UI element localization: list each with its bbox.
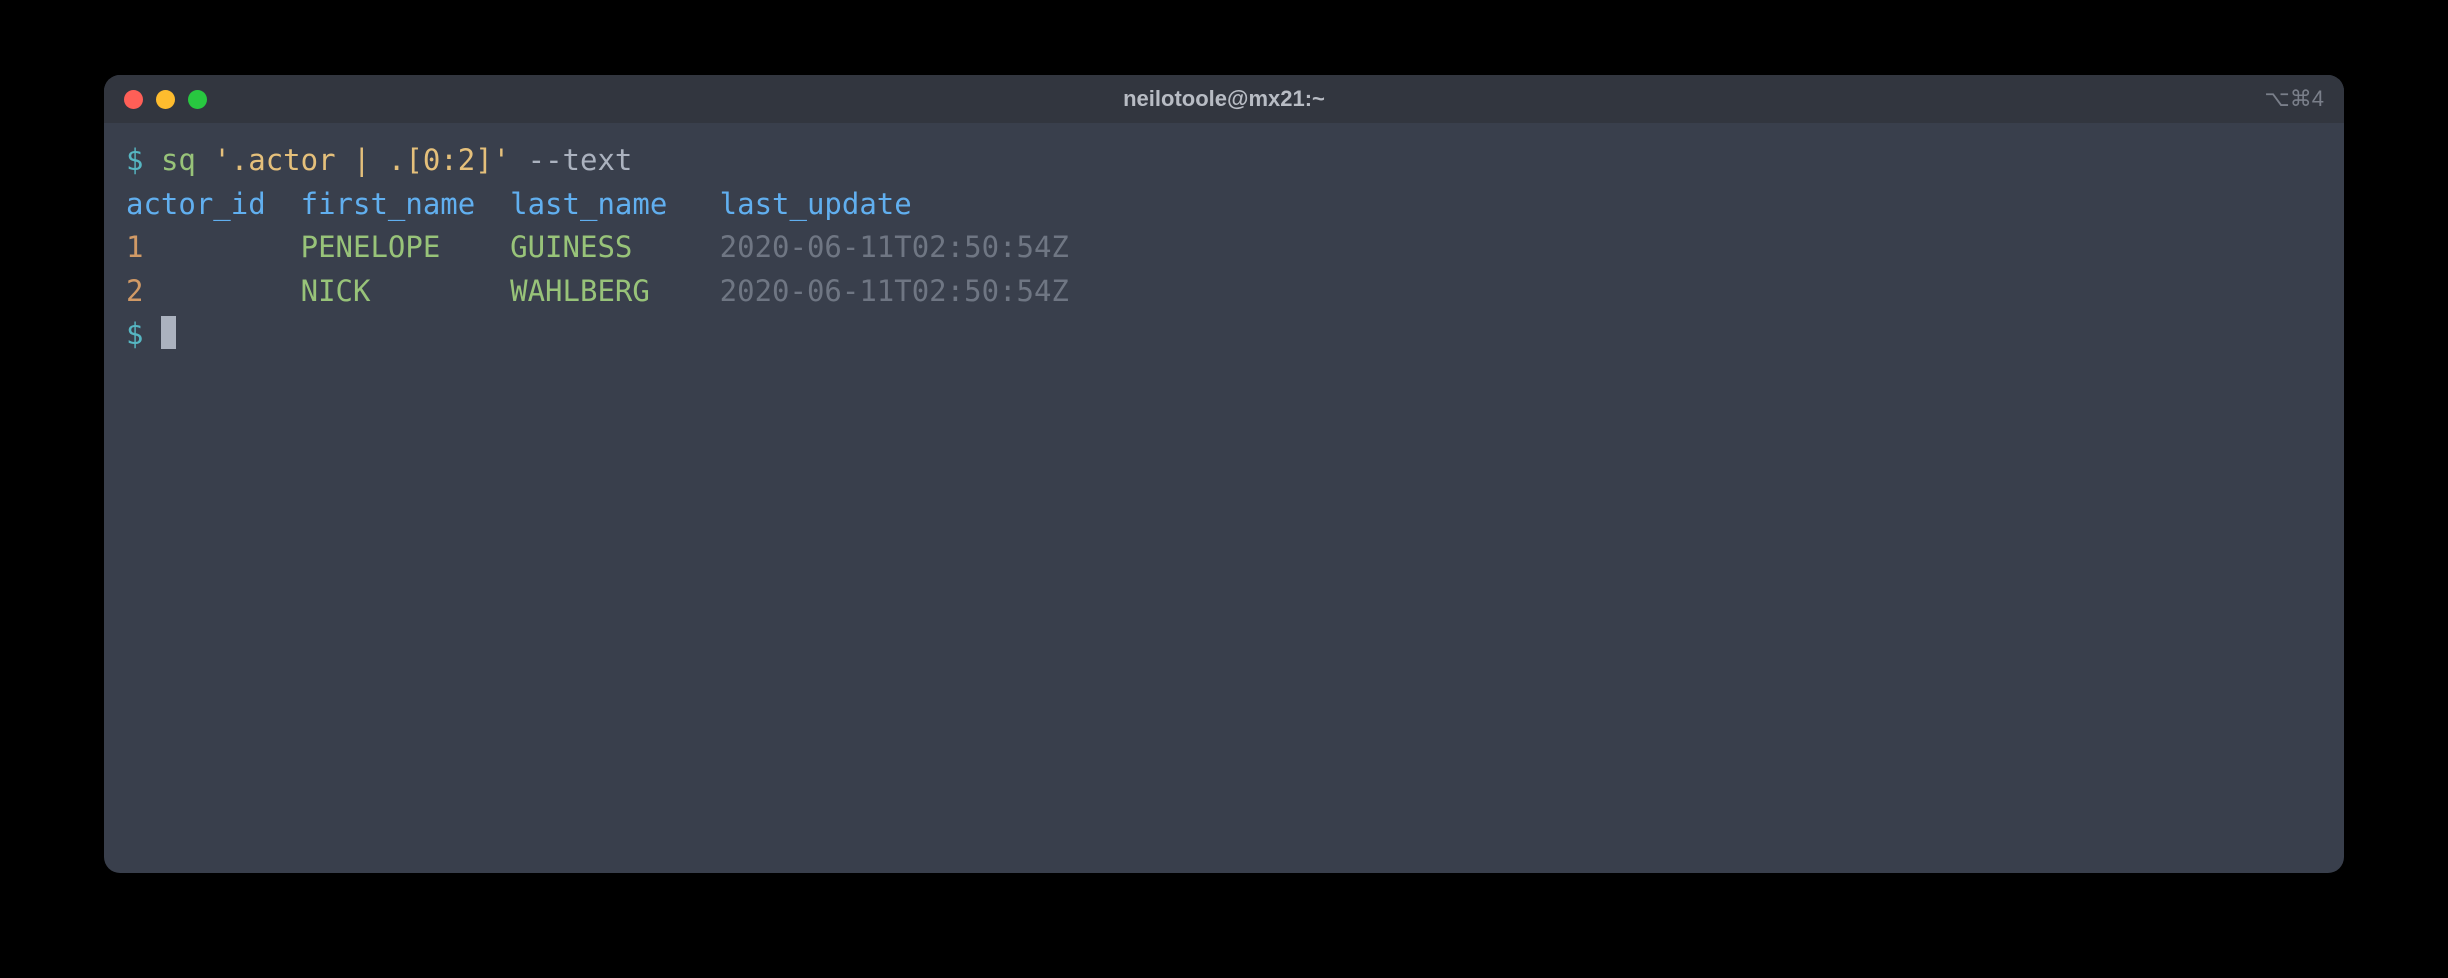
title-bar: neilotoole@mx21:~ ⌥⌘4 (104, 75, 2344, 123)
prompt-symbol: $ (126, 143, 143, 177)
cursor-icon (161, 316, 176, 349)
cell-actor-id: 2 (126, 274, 143, 308)
command-argument: '.actor | .[0:2]' (213, 143, 510, 177)
command-executable: sq (161, 143, 196, 177)
cell-first-name: NICK (301, 274, 371, 308)
cell-last-name: WAHLBERG (510, 274, 650, 308)
prompt-symbol: $ (126, 317, 143, 351)
maximize-icon[interactable] (188, 90, 207, 109)
terminal-window: neilotoole@mx21:~ ⌥⌘4 $ sq '.actor | .[0… (104, 75, 2344, 873)
minimize-icon[interactable] (156, 90, 175, 109)
window-title: neilotoole@mx21:~ (1123, 86, 1325, 112)
cell-last-name: GUINESS (510, 230, 632, 264)
table-row: 1 PENELOPE GUINESS 2020-06-11T02:50:54Z (126, 230, 1069, 264)
table-header-actor-id: actor_id first_name last_name last_updat… (126, 187, 912, 221)
cell-last-update: 2020-06-11T02:50:54Z (720, 274, 1069, 308)
cell-first-name: PENELOPE (301, 230, 441, 264)
close-icon[interactable] (124, 90, 143, 109)
table-row: 2 NICK WAHLBERG 2020-06-11T02:50:54Z (126, 274, 1069, 308)
cell-actor-id: 1 (126, 230, 143, 264)
window-shortcut-indicator: ⌥⌘4 (2264, 86, 2324, 112)
traffic-lights (124, 90, 207, 109)
terminal-body[interactable]: $ sq '.actor | .[0:2]' --text actor_id f… (104, 123, 2344, 873)
command-flag: --text (528, 143, 633, 177)
cell-last-update: 2020-06-11T02:50:54Z (720, 230, 1069, 264)
